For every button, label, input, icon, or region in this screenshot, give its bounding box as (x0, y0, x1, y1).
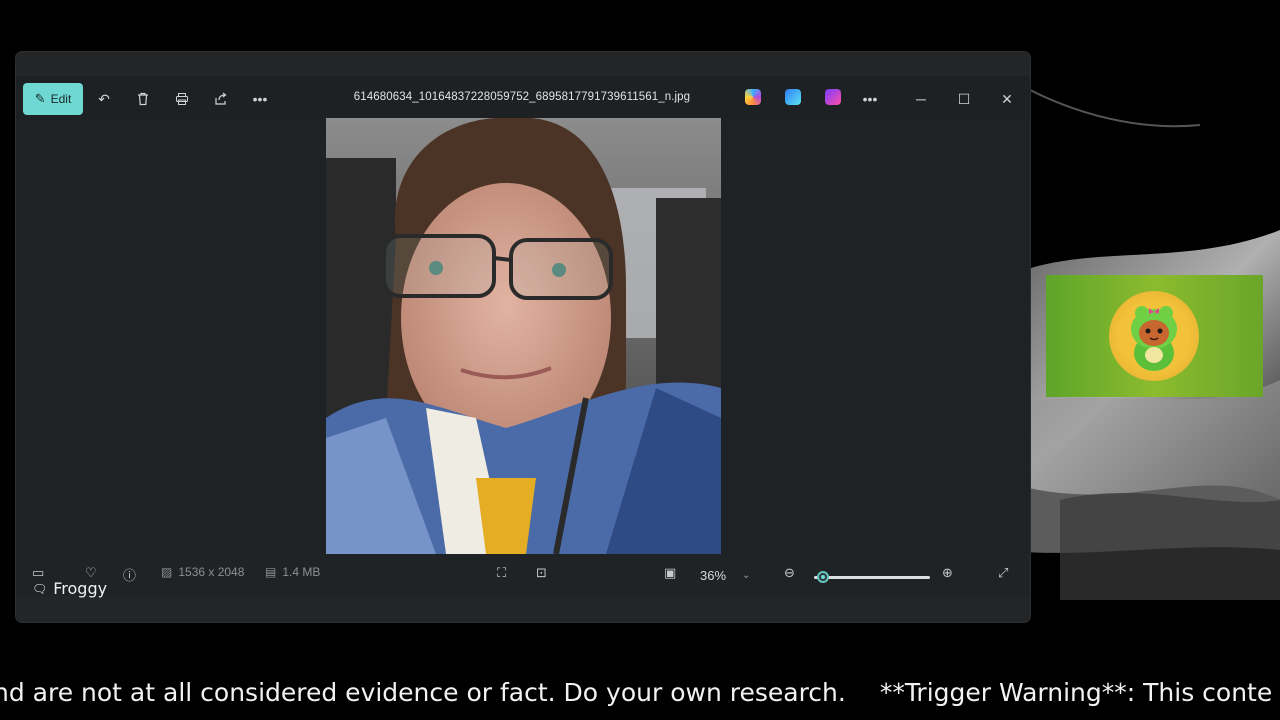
frog-character-image (1131, 306, 1177, 371)
webcam-avatar-overlay (1046, 275, 1263, 397)
print-icon (176, 93, 188, 105)
ticker-text-2: **Trigger Warning**: This conte (879, 678, 1273, 707)
disk-icon: ▤ (265, 565, 277, 579)
rotate-icon: ↶ (98, 90, 110, 107)
share-icon (215, 92, 227, 105)
more-apps-button[interactable]: ••• (854, 83, 886, 115)
image-dimensions: ▨ 1536 x 2048 (161, 565, 244, 579)
window-top-strip (16, 52, 1030, 76)
screen: ✎ Edit ↶ ••• 614680634_10164837228059752… (0, 0, 1280, 720)
fullscreen-button[interactable]: ⤢ (998, 565, 1008, 581)
zoom-value: 36% (700, 567, 727, 583)
edit-button[interactable]: ✎ Edit (23, 83, 83, 115)
minimize-icon: ─ (916, 91, 926, 107)
file-size: ▤ 1.4 MB (265, 565, 320, 579)
overlay-name: Froggy (53, 579, 108, 598)
more-icon: ••• (252, 91, 268, 107)
more-options-button[interactable]: ••• (244, 83, 276, 115)
displayed-photo[interactable] (326, 118, 721, 554)
more-icon: ••• (862, 91, 878, 107)
minimize-button[interactable]: ─ (905, 83, 937, 115)
maximize-icon: ☐ (957, 90, 971, 107)
zoom-in-button[interactable]: ⊕ (942, 565, 953, 581)
zoom-slider-track[interactable] (814, 576, 930, 579)
clipchamp-icon[interactable] (825, 89, 841, 105)
file-info-button[interactable]: ⓘ (123, 565, 136, 584)
edit-icon: ✎ (34, 91, 46, 106)
info-icon: ⓘ (123, 568, 137, 583)
image-canvas[interactable] (16, 118, 1030, 554)
zoom-out-icon: ⊖ (784, 565, 795, 580)
news-ticker: nd are not at all considered evidence or… (0, 678, 1272, 707)
chevron-down-icon: ⌄ (742, 569, 751, 581)
scan-text-icon: ⊡ (536, 565, 547, 580)
overlay-label: 🗨 Froggy (32, 579, 107, 598)
file-name: 614680634_10164837228059752_689581779173… (353, 91, 691, 103)
zoom-slider-thumb[interactable] (817, 571, 830, 583)
fit-icon: ▣ (664, 565, 677, 580)
close-button[interactable]: ✕ (991, 83, 1023, 115)
title-bar: ✎ Edit ↶ ••• 614680634_10164837228059752… (16, 76, 1030, 122)
crop-icon: ⛶ (497, 565, 507, 580)
window-bottom-strip (16, 596, 1030, 622)
print-button[interactable] (166, 83, 198, 115)
chat-icon: 🗨 (32, 581, 48, 596)
close-icon: ✕ (1001, 90, 1013, 107)
copilot-icon[interactable] (745, 89, 761, 105)
zoom-dropdown[interactable]: 36% ⌄ (688, 562, 770, 588)
crop-button[interactable]: ⛶ (497, 565, 506, 581)
scan-text-button[interactable]: ⊡ (536, 565, 547, 581)
zoom-in-icon: ⊕ (942, 565, 953, 580)
delete-icon (138, 92, 148, 106)
designer-icon[interactable] (785, 89, 801, 105)
expand-icon: ⤢ (998, 565, 1009, 580)
avatar (1109, 291, 1199, 381)
image-size-icon: ▨ (161, 565, 173, 579)
rotate-button[interactable]: ↶ (88, 83, 120, 115)
share-button[interactable] (205, 83, 237, 115)
maximize-button[interactable]: ☐ (948, 83, 980, 115)
ticker-text-1: nd are not at all considered evidence or… (0, 678, 846, 707)
status-bar: ▭ ♡ ⓘ ▨ 1536 x 2048 ▤ 1.4 MB ⛶ ⊡ ▣ 36% ⌄… (16, 554, 1030, 596)
dimensions-text: 1536 x 2048 (178, 565, 245, 579)
photos-window: ✎ Edit ↶ ••• 614680634_10164837228059752… (16, 52, 1030, 622)
zoom-out-button[interactable]: ⊖ (784, 565, 795, 581)
edit-label: Edit (50, 92, 72, 106)
file-size-text: 1.4 MB (282, 565, 321, 579)
fit-to-window-button[interactable]: ▣ (664, 565, 676, 581)
delete-button[interactable] (127, 83, 159, 115)
